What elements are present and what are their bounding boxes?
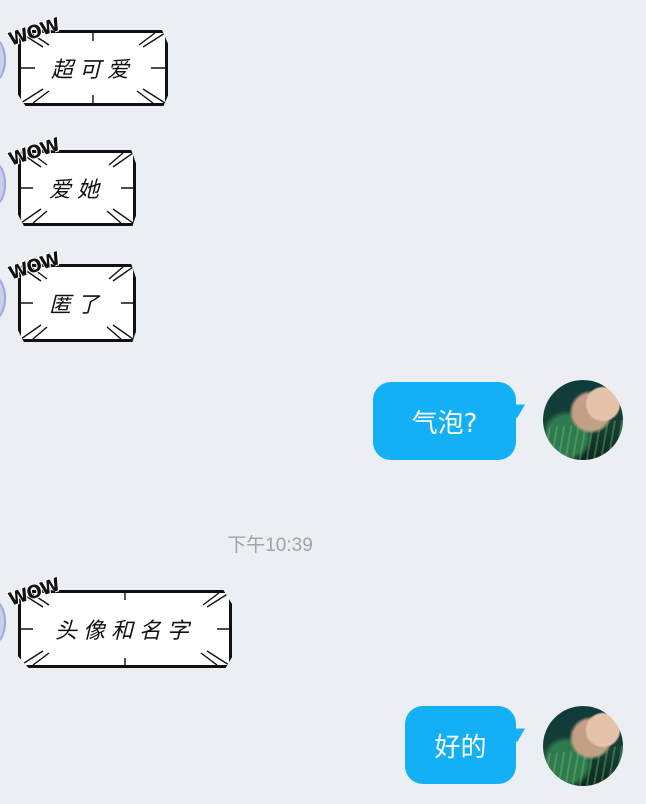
comic-bubble-message[interactable]: 头像和名字 <box>18 590 232 668</box>
timestamp: 下午10:39 <box>227 535 313 556</box>
contact-avatar[interactable] <box>0 162 6 206</box>
chat-window: 超可爱 WOW 爱她 WOW 匿了 WOW 气泡? 下午10:39 头像和名字 … <box>0 0 646 804</box>
contact-avatar[interactable] <box>0 600 6 644</box>
message-text: 气泡? <box>411 408 478 439</box>
avatar-photo-texture <box>543 746 623 786</box>
message-text: 爱她 <box>48 178 105 203</box>
self-avatar[interactable] <box>543 706 623 786</box>
message-text: 匿了 <box>48 293 105 318</box>
contact-avatar[interactable] <box>0 38 6 82</box>
message-text: 头像和名字 <box>54 619 195 644</box>
message-text: 好的 <box>434 732 487 763</box>
self-avatar[interactable] <box>543 380 623 460</box>
message-text: 超可爱 <box>50 58 135 83</box>
contact-avatar[interactable] <box>0 276 6 320</box>
outgoing-message-bubble[interactable]: 气泡? <box>373 382 516 460</box>
avatar-photo-texture <box>543 420 623 460</box>
outgoing-message-bubble[interactable]: 好的 <box>405 706 516 784</box>
